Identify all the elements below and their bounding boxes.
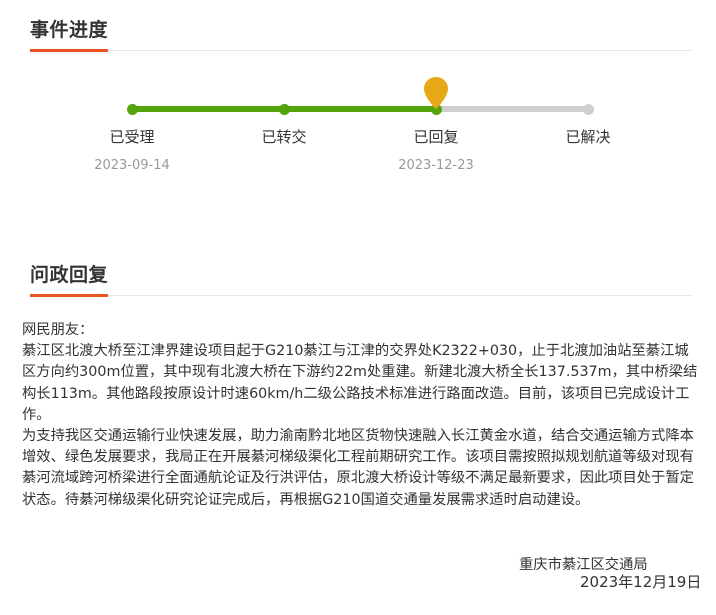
reply-paragraph: 为支持我区交通运输行业快速发展，助力渝南黔北地区货物快速融入长江黄金水道，结合交…	[22, 428, 694, 508]
reply-content: 网民朋友： 綦江区北渡大桥至江津界建设项目起于G210綦江与江津的交界处K232…	[22, 320, 702, 511]
step-label-accepted: 已受理	[109, 128, 155, 146]
title-accent-underline	[30, 294, 108, 297]
progress-section-header: 事件进度	[30, 18, 692, 52]
step-node-resolved	[582, 104, 594, 115]
step-date-replied: 2023-12-23	[398, 158, 474, 173]
title-accent-underline	[30, 49, 108, 52]
reply-section-header: 问政回复	[30, 263, 692, 297]
step-label-resolved: 已解决	[565, 128, 611, 146]
reply-signature-date: 2023年12月19日	[580, 573, 702, 591]
reply-greeting: 网民朋友：	[22, 322, 94, 338]
reply-section-title: 问政回复	[30, 264, 109, 286]
location-pin-icon	[424, 77, 448, 109]
step-node-transferred	[278, 104, 290, 115]
step-label-replied: 已回复	[413, 128, 459, 146]
progress-section-title: 事件进度	[30, 19, 109, 41]
step-node-accepted	[126, 104, 138, 115]
progress-track	[132, 106, 588, 112]
step-label-transferred: 已转交	[261, 128, 307, 146]
reply-paragraph: 綦江区北渡大桥至江津界建设项目起于G210綦江与江津的交界处K2322+030，…	[22, 343, 698, 423]
step-date-accepted: 2023-09-14	[94, 158, 170, 173]
